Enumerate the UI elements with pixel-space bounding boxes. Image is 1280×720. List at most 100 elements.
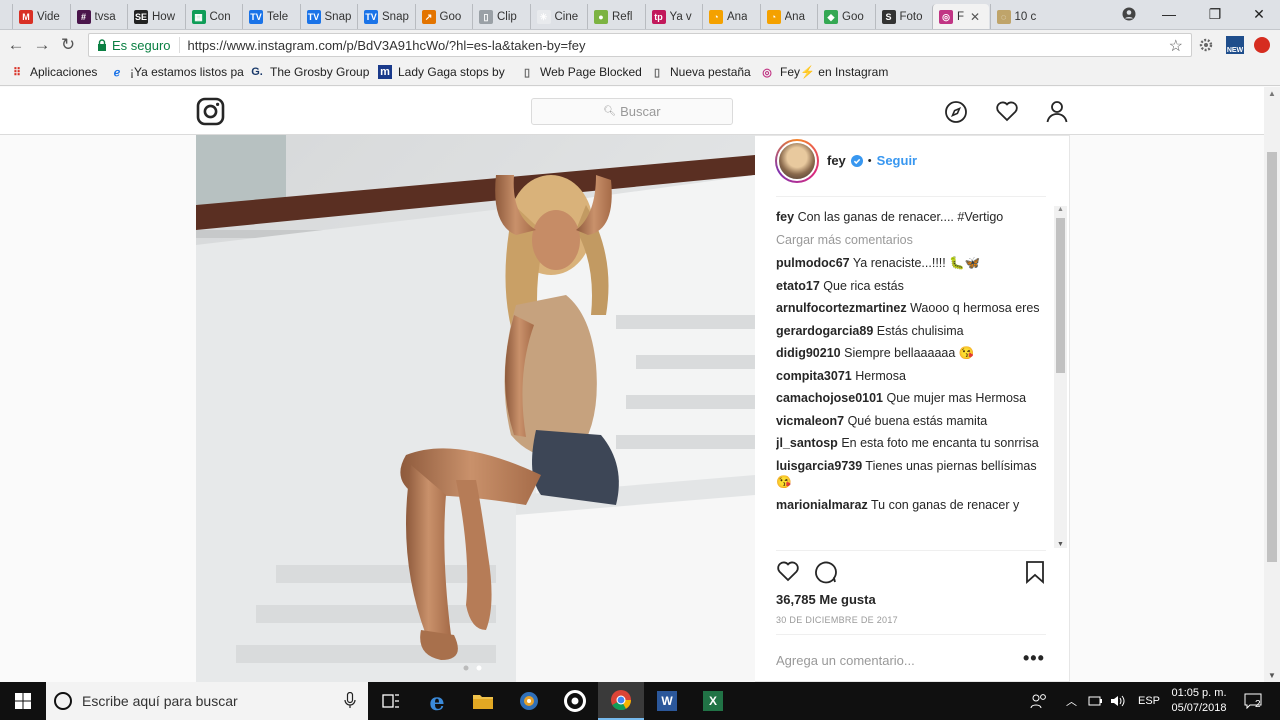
browser-tab[interactable]: tp Ya v — [644, 4, 702, 29]
browser-tab[interactable]: ▯ Clip — [472, 4, 529, 29]
ig-search-input[interactable]: 🔍︎ Buscar — [531, 98, 733, 125]
extension-new-icon[interactable]: NEW — [1226, 36, 1244, 54]
bookmark-item[interactable]: ◎ Fey⚡ en Instagram — [760, 65, 888, 79]
browser-tab[interactable]: TV Snap — [299, 4, 357, 29]
bookmark-label: Nueva pestaña — [670, 65, 751, 79]
more-options-button[interactable]: ••• — [1023, 648, 1045, 669]
post-photo[interactable] — [196, 135, 755, 682]
browser-tab[interactable]: ◆ Goo — [817, 4, 874, 29]
comment-username[interactable]: gerardogarcia89 — [776, 324, 873, 338]
browser-tab[interactable]: S Foto — [874, 4, 932, 29]
bookmark-item[interactable]: ℯ ¡Ya estamos listos pa — [110, 65, 244, 79]
reload-button[interactable]: ↻ — [58, 35, 78, 55]
comment-bubble-icon[interactable] — [814, 560, 838, 584]
chrome-taskbar-icon[interactable] — [598, 682, 644, 720]
browser-tab[interactable]: ◔ Ana — [759, 4, 817, 29]
comments-scrollbar[interactable]: ▲ ▼ — [1054, 206, 1067, 548]
profile-person-icon[interactable] — [1045, 99, 1069, 123]
task-view-icon[interactable] — [368, 682, 414, 720]
comments-list: fey Con las ganas de renacer.... #Vertig… — [776, 209, 1051, 549]
extension-gear-icon[interactable] — [1198, 37, 1214, 53]
author-username[interactable]: fey — [827, 153, 846, 168]
language-indicator[interactable]: ESP — [1138, 682, 1160, 720]
tab-title: How — [152, 11, 176, 23]
file-explorer-icon[interactable] — [460, 682, 506, 720]
browser-tab[interactable]: ◎ F ✕ — [932, 4, 989, 29]
page-scrollbar[interactable]: ▲ ▼ — [1264, 87, 1280, 682]
activity-heart-icon[interactable] — [995, 100, 1019, 124]
word-icon[interactable]: W — [644, 682, 690, 720]
edge-browser-icon[interactable]: e — [414, 682, 460, 720]
comment-username[interactable]: etato17 — [776, 279, 820, 293]
microphone-icon[interactable] — [344, 691, 356, 712]
minimize-button[interactable]: — — [1146, 0, 1192, 28]
extension-red-icon[interactable] — [1254, 37, 1270, 53]
taskbar-search-box[interactable]: Escribe aquí para buscar — [46, 682, 368, 720]
tv-icon: TV — [364, 10, 378, 24]
comment-username[interactable]: marionialmaraz — [776, 498, 868, 512]
app-ring-icon[interactable] — [552, 682, 598, 720]
follow-button[interactable]: Seguir — [877, 153, 917, 168]
bookmark-item[interactable]: G. The Grosby Group — [250, 65, 369, 79]
divider — [776, 634, 1046, 635]
bookmark-star-icon[interactable]: ☆ — [1169, 36, 1183, 56]
comment-username[interactable]: luisgarcia9739 — [776, 459, 862, 473]
start-windows-icon[interactable] — [0, 682, 46, 720]
comment-username[interactable]: didig90210 — [776, 346, 841, 360]
close-window-button[interactable]: ✕ — [1236, 0, 1280, 28]
power-plug-icon[interactable] — [1088, 682, 1108, 720]
browser-tab[interactable]: # tvsa — [69, 4, 127, 29]
secure-indicator[interactable]: Es seguro — [89, 37, 180, 53]
maximize-button[interactable]: ❐ — [1192, 0, 1238, 28]
address-bar[interactable]: Es seguro https://www.instagram.com/p/Bd… — [88, 33, 1192, 57]
comment-username[interactable]: jl_santosp — [776, 436, 838, 450]
like-heart-icon[interactable] — [776, 560, 800, 584]
bookmark-item[interactable]: ▯ Nueva pestaña — [650, 65, 751, 79]
browser-tab[interactable]: ✳ Cine — [529, 4, 587, 29]
comment-username[interactable]: camachojose0101 — [776, 391, 883, 405]
action-center-icon[interactable]: 2 — [1238, 682, 1268, 720]
caption-username[interactable]: fey — [776, 210, 794, 224]
browser-tab[interactable]: SE How — [127, 4, 184, 29]
save-bookmark-icon[interactable] — [1025, 560, 1047, 584]
people-icon[interactable] — [1030, 682, 1052, 720]
excel-icon[interactable]: X — [690, 682, 736, 720]
tray-chevron-up-icon[interactable]: ︿ — [1066, 682, 1082, 720]
page-scroll-thumb[interactable] — [1267, 152, 1277, 562]
tab-title: tvsa — [94, 11, 116, 23]
tab-title: Snap — [324, 11, 352, 23]
browser-tab[interactable]: TV Snap — [357, 4, 414, 29]
back-button[interactable]: ← — [6, 35, 26, 55]
comment-text: Waooo q hermosa eres — [910, 301, 1040, 315]
comments-scroll-thumb[interactable] — [1056, 218, 1065, 373]
volume-speaker-icon[interactable] — [1110, 682, 1130, 720]
instagram-logo-icon[interactable] — [196, 97, 225, 126]
clock[interactable]: 01:05 p. m. 05/07/2018 — [1164, 682, 1234, 720]
add-comment-input[interactable]: Agrega un comentario... — [776, 653, 915, 668]
author-avatar[interactable] — [775, 139, 819, 183]
browser-tab[interactable]: ◌ 10 c — [989, 4, 1047, 29]
tab-title: Ya v — [669, 11, 692, 23]
caption-text: Con las ganas de renacer.... #Vertigo — [797, 210, 1004, 224]
browser-tab[interactable]: ◔ Ana — [702, 4, 759, 29]
explore-compass-icon[interactable] — [944, 100, 968, 124]
browser-tab[interactable]: M Vide — [12, 4, 69, 29]
browser-tab[interactable]: ↗ Goo — [414, 4, 472, 29]
likes-count[interactable]: 36,785 Me gusta — [776, 592, 876, 607]
comment-username[interactable]: vicmaleon7 — [776, 414, 844, 428]
post-date[interactable]: 30 DE DICIEMBRE DE 2017 — [776, 615, 898, 625]
bookmark-item[interactable]: m Lady Gaga stops by — [378, 65, 505, 79]
bookmark-item[interactable]: ▯ Web Page Blocked — [520, 65, 642, 79]
url-text[interactable]: https://www.instagram.com/p/BdV3A91hcWo/… — [180, 38, 586, 53]
browser-tab[interactable]: ● Refl — [587, 4, 644, 29]
browser-tab[interactable]: TV Tele — [242, 4, 299, 29]
media-player-icon[interactable] — [506, 682, 552, 720]
close-tab-icon[interactable]: ✕ — [970, 10, 980, 24]
comment-username[interactable]: arnulfocortezmartinez — [776, 301, 907, 315]
forward-button[interactable]: → — [32, 35, 52, 55]
bookmark-item[interactable]: ⠿ Aplicaciones — [10, 65, 97, 79]
comment-username[interactable]: pulmodoc67 — [776, 256, 850, 270]
browser-tab[interactable]: ▦ Con — [184, 4, 242, 29]
load-more-comments-link[interactable]: Cargar más comentarios — [776, 232, 1051, 249]
comment-username[interactable]: compita3071 — [776, 369, 852, 383]
